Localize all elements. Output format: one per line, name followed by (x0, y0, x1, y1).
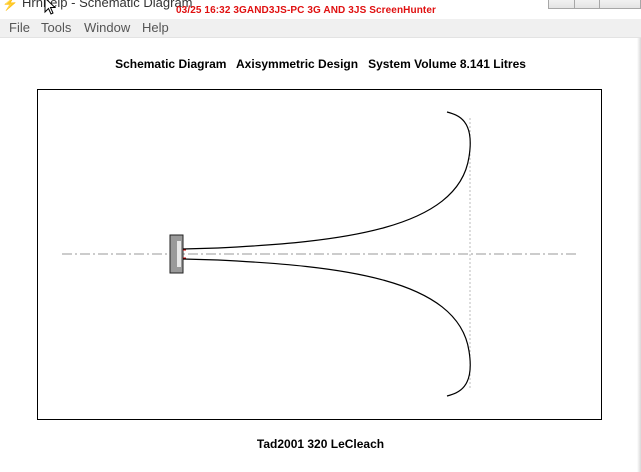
driver-body (169, 234, 184, 274)
horn-profile-drawing (62, 111, 578, 397)
schematic-content-area: Schematic Diagram Axisymmetric Design Sy… (0, 38, 641, 472)
maximize-button[interactable] (574, 0, 600, 9)
menu-help[interactable]: Help (142, 20, 169, 36)
close-button[interactable] (599, 0, 641, 9)
menu-window[interactable]: Window (84, 20, 130, 36)
screenhunter-overlay: 03/25 16:32 3GAND3JS-PC 3G AND 3JS Scree… (176, 5, 436, 16)
driver-diaphragm (177, 241, 181, 267)
driver-caption: Tad2001 320 LeCleach (256, 437, 385, 451)
schematic-diagram (37, 89, 602, 420)
page-title: Schematic Diagram Axisymmetric Design Sy… (115, 57, 526, 71)
window-right-edge (637, 38, 641, 472)
menu-bar: File Tools Window Help (0, 19, 641, 38)
title-bar: ⚡ Hrnhelp - Schematic Diagram 03/25 16:3… (0, 0, 641, 19)
menu-tools[interactable]: Tools (41, 20, 71, 36)
mouse-cursor-icon (44, 0, 56, 15)
minimize-button[interactable] (548, 0, 575, 9)
lightning-icon: ⚡ (2, 0, 19, 11)
horn-lower-profile (182, 258, 471, 397)
window-controls (548, 0, 641, 10)
menu-file[interactable]: File (9, 20, 30, 36)
horn-upper-profile (182, 111, 471, 250)
